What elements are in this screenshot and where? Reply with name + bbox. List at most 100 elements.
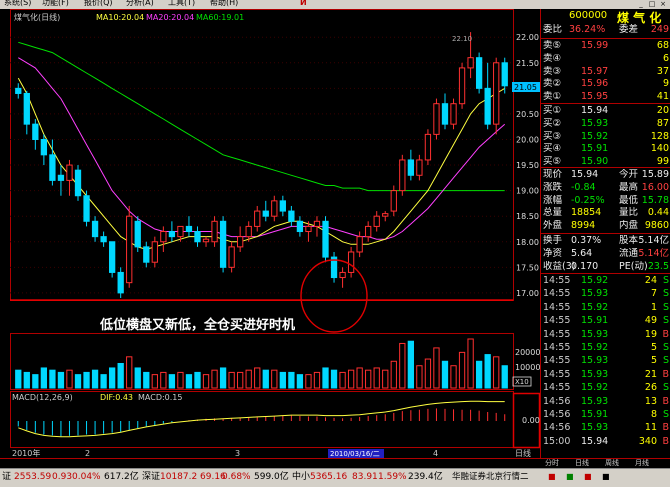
sell-order-row[interactable]: 卖④ 6 bbox=[541, 53, 670, 65]
tick-row[interactable]: 14:56 15.93 13 B bbox=[541, 396, 670, 408]
volume-bar bbox=[195, 372, 200, 388]
status-icon-info[interactable]: ■ bbox=[548, 471, 556, 483]
status-icon-net[interactable]: ■ bbox=[566, 471, 574, 483]
menu-system[interactable]: 系统(S) bbox=[4, 0, 31, 8]
order-price: 15.92 bbox=[581, 131, 608, 143]
volume-bar bbox=[152, 375, 157, 388]
sz-index-amount: 599.0亿 bbox=[254, 471, 289, 483]
tick-row[interactable]: 14:55 15.93 21 B bbox=[541, 369, 670, 381]
sell-order-row[interactable]: 卖③ 15.97 37 bbox=[541, 66, 670, 78]
sh-index-value: 2553.59 bbox=[14, 471, 51, 483]
candle-body bbox=[348, 252, 353, 272]
order-label: 卖③ bbox=[543, 66, 561, 78]
tab-weekly[interactable]: 周线 bbox=[605, 459, 619, 468]
candle-body bbox=[75, 170, 80, 196]
price-tick-label: 22.00 bbox=[516, 33, 539, 42]
buy-order-row[interactable]: 买② 15.93 87 bbox=[541, 118, 670, 130]
tick-row[interactable]: 14:55 15.91 49 S bbox=[541, 315, 670, 327]
date-mark-1: 2 bbox=[85, 449, 90, 458]
status-icon-settings[interactable]: ■ bbox=[602, 471, 610, 483]
volume-bar bbox=[383, 370, 388, 388]
volume-bar bbox=[238, 372, 243, 388]
ma10-readout: MA10:20.04 bbox=[96, 13, 144, 22]
buy-order-row[interactable]: 买④ 15.91 140 bbox=[541, 143, 670, 155]
order-label: 买③ bbox=[543, 131, 561, 143]
buy-order-row[interactable]: 买③ 15.92 128 bbox=[541, 131, 670, 143]
tick-row[interactable]: 14:55 15.93 19 B bbox=[541, 329, 670, 341]
price-tick-label: 21.50 bbox=[516, 59, 539, 68]
menu-quote[interactable]: 报价(Q) bbox=[84, 0, 113, 8]
tick-row[interactable]: 14:55 15.92 24 S bbox=[541, 275, 670, 287]
fundamental-row: 收益(3) 0.170 PE(动) 23.5 bbox=[541, 261, 670, 273]
order-volume: 68 bbox=[657, 40, 669, 52]
zx-index-amount: 239.4亿 bbox=[408, 471, 443, 483]
tick-price: 15.91 bbox=[581, 315, 608, 327]
volume-bar bbox=[67, 370, 72, 388]
tick-row[interactable]: 15:00 15.94 340 B bbox=[541, 436, 670, 448]
tick-row[interactable]: 14:55 15.92 5 S bbox=[541, 342, 670, 354]
candle-body bbox=[67, 165, 72, 180]
volume-bar bbox=[494, 357, 499, 388]
tick-price: 15.93 bbox=[581, 369, 608, 381]
tick-side: B bbox=[662, 329, 669, 341]
tick-row[interactable]: 14:55 15.93 5 S bbox=[541, 355, 670, 367]
volume-bar bbox=[101, 375, 106, 388]
tick-volume: 7 bbox=[651, 288, 657, 300]
tab-monthly[interactable]: 月线 bbox=[635, 459, 649, 468]
candle-body bbox=[92, 221, 97, 236]
candle-body bbox=[417, 160, 422, 175]
close-button[interactable]: × bbox=[658, 0, 668, 8]
stat-label: 总量 bbox=[543, 207, 562, 219]
fundamental-row: 换手 0.37% 股本 5.14亿 bbox=[541, 235, 670, 247]
sell-order-row[interactable]: 卖① 15.95 41 bbox=[541, 91, 670, 103]
tick-row[interactable]: 14:55 15.92 26 S bbox=[541, 382, 670, 394]
volume-bar bbox=[169, 375, 174, 388]
volume-bar bbox=[485, 355, 490, 388]
tick-side: B bbox=[662, 369, 669, 381]
volume-axis-high: 20000 bbox=[515, 348, 540, 357]
menu-help[interactable]: 帮助(H) bbox=[210, 0, 238, 8]
tab-daily[interactable]: 日线 bbox=[575, 459, 589, 468]
tab-intraday[interactable]: 分时 bbox=[545, 459, 559, 468]
order-price: 15.99 bbox=[581, 40, 608, 52]
volume-bar bbox=[110, 368, 115, 388]
price-tick-label: 20.00 bbox=[516, 135, 539, 144]
minimize-button[interactable]: _ bbox=[636, 0, 646, 8]
tick-price: 15.93 bbox=[581, 396, 608, 408]
candle-body bbox=[400, 160, 405, 191]
candle-body bbox=[340, 272, 345, 277]
stat-label-2: 内盘 bbox=[619, 220, 638, 232]
maximize-button[interactable]: □ bbox=[647, 0, 657, 8]
candle-body bbox=[451, 104, 456, 124]
stat-row: 总量 18854 量比 0.44 bbox=[541, 207, 670, 219]
quote-header: 600000 煤 气 化 bbox=[541, 9, 670, 23]
stat-value-2: 16.00 bbox=[642, 182, 669, 194]
tick-side: S bbox=[663, 302, 669, 314]
volume-bar bbox=[186, 375, 191, 388]
status-bar: 证 2553.59 0.93 0.04% 617.2亿 深证 10187.2 6… bbox=[0, 468, 670, 487]
candle-body bbox=[408, 160, 413, 175]
tick-row[interactable]: 14:55 15.93 7 S bbox=[541, 288, 670, 300]
status-icon-alert[interactable]: ■ bbox=[584, 471, 592, 483]
sh-index-label: 证 bbox=[2, 471, 11, 483]
tick-row[interactable]: 14:56 15.93 11 B bbox=[541, 422, 670, 434]
sell-order-row[interactable]: 卖⑤ 15.99 68 bbox=[541, 40, 670, 52]
order-label: 卖① bbox=[543, 91, 561, 103]
sell-order-row[interactable]: 卖② 15.96 9 bbox=[541, 78, 670, 90]
tick-row[interactable]: 14:56 15.91 8 S bbox=[541, 409, 670, 421]
order-volume: 9 bbox=[663, 78, 669, 90]
order-label: 卖④ bbox=[543, 53, 561, 65]
menu-analysis[interactable]: 分析(A) bbox=[126, 0, 154, 8]
buy-order-row[interactable]: 买① 15.94 20 bbox=[541, 105, 670, 117]
menu-function[interactable]: 功能(F) bbox=[42, 0, 69, 8]
sz-index-value: 10187.2 bbox=[160, 471, 197, 483]
menu-tools[interactable]: 工具(T) bbox=[168, 0, 195, 8]
fundamental-row: 净资 5.64 流通 5.14亿 bbox=[541, 248, 670, 260]
kline-chart[interactable]: 煤气化(日线) MA10:20.04 MA20:20.04 MA60:19.01… bbox=[0, 9, 540, 458]
tick-row[interactable]: 14:55 15.92 1 S bbox=[541, 302, 670, 314]
stat-value: 18854 bbox=[571, 207, 601, 219]
stat-label-2: 最低 bbox=[619, 195, 638, 207]
tick-price: 15.94 bbox=[581, 436, 608, 448]
stat-value-2: 9860 bbox=[645, 220, 669, 232]
candle-body bbox=[152, 242, 157, 262]
